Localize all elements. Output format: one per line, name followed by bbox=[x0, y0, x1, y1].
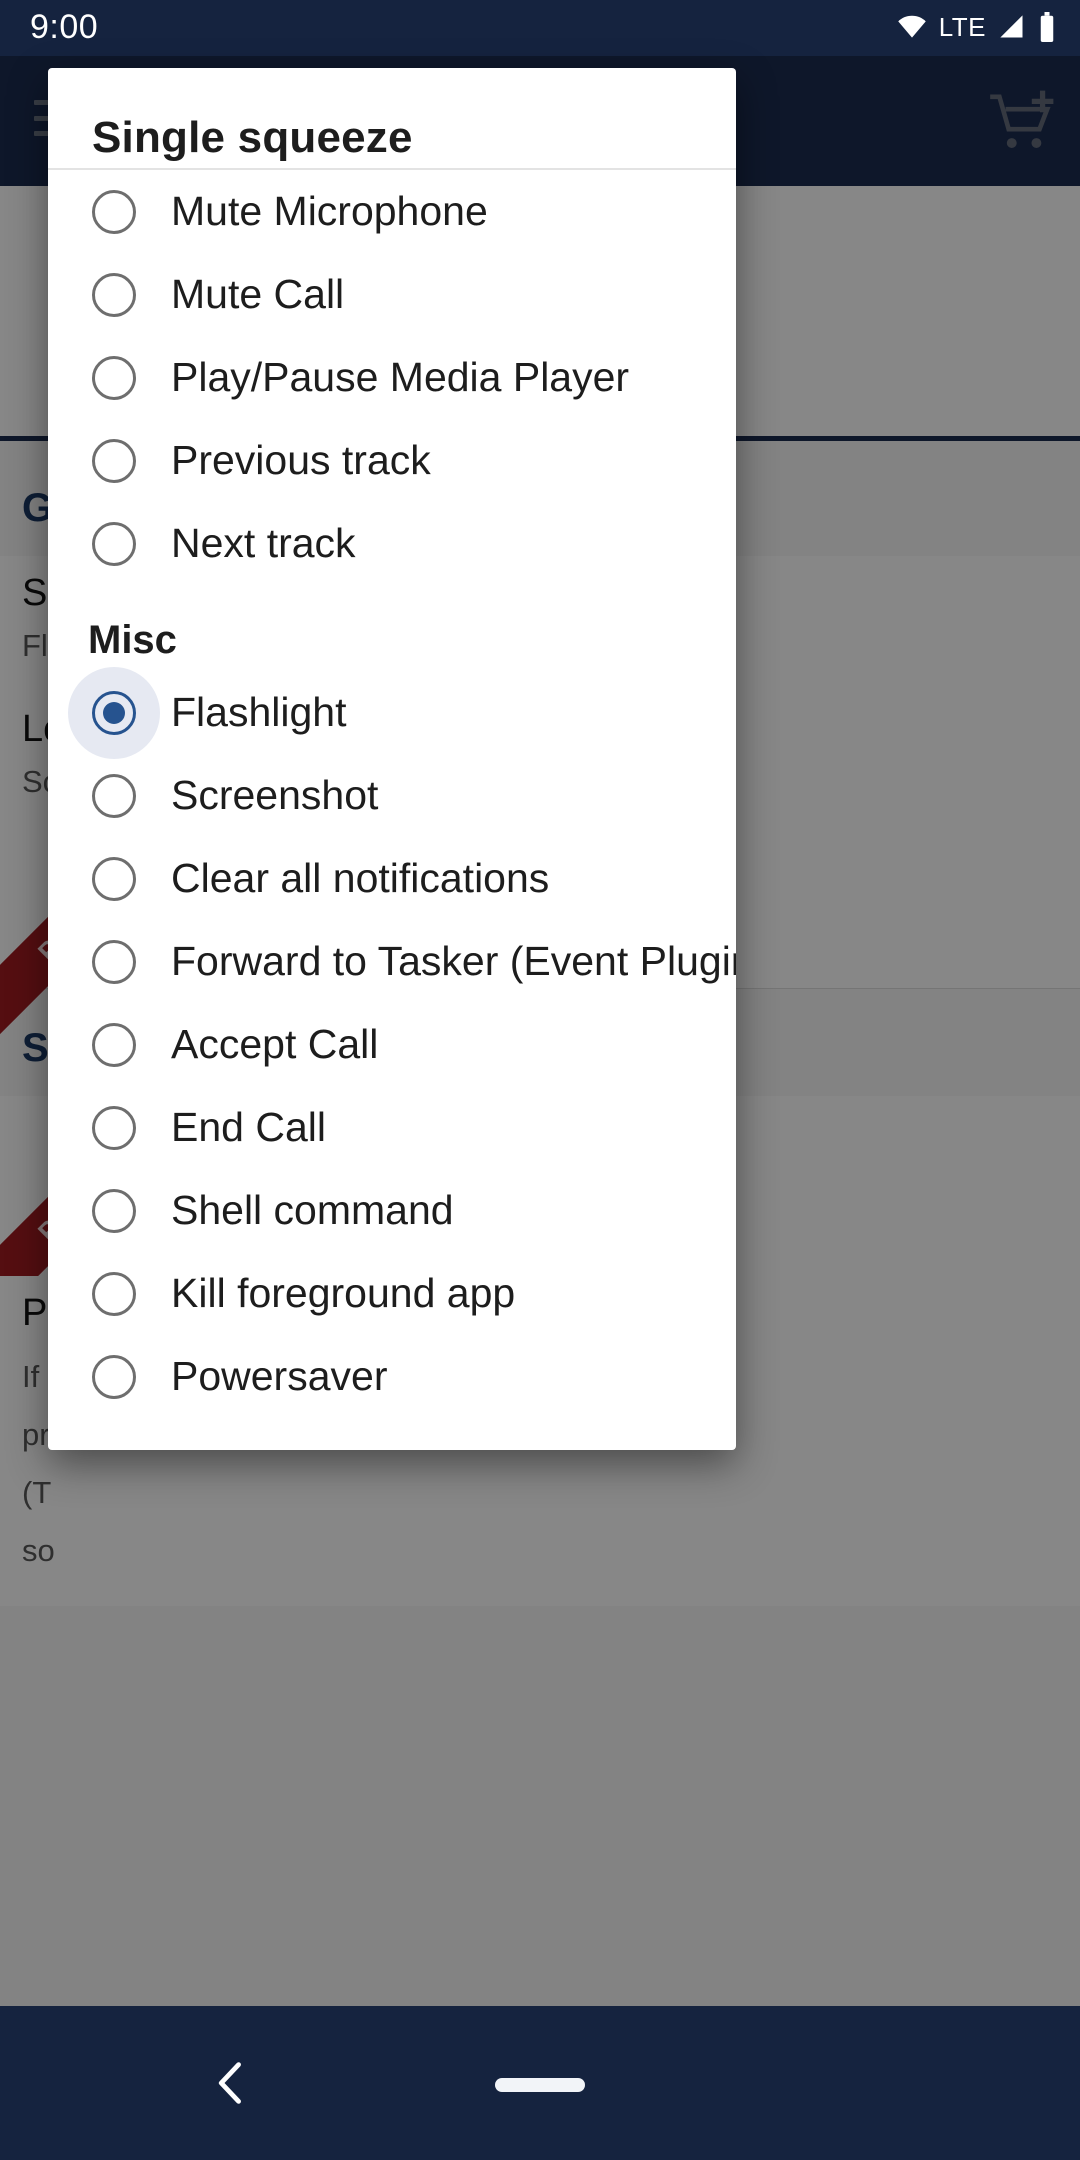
radio-button[interactable] bbox=[92, 1354, 136, 1399]
back-chevron-icon[interactable] bbox=[205, 2056, 257, 2110]
status-bar-clock: 9:00 bbox=[30, 8, 99, 46]
option-row[interactable]: Forward to Tasker (Event Plugin) bbox=[48, 920, 736, 1003]
single-squeeze-dialog: Single squeeze Mute Microphone Mute Call P… bbox=[48, 68, 736, 1450]
dialog-title: Single squeeze bbox=[92, 113, 413, 162]
option-label: Shell command bbox=[171, 1187, 454, 1233]
radio-button[interactable] bbox=[92, 355, 136, 400]
radio-button[interactable] bbox=[92, 438, 136, 483]
option-row[interactable]: Kill foreground app bbox=[48, 1252, 736, 1335]
option-label: Clear all notifications bbox=[171, 855, 550, 901]
option-row[interactable]: Mute Microphone bbox=[48, 170, 736, 253]
option-label: Mute Microphone bbox=[171, 188, 488, 234]
status-bar-icons: LTE bbox=[897, 10, 1056, 44]
option-row[interactable]: Shell command bbox=[48, 1169, 736, 1252]
option-row[interactable]: Screenshot bbox=[48, 754, 736, 837]
option-label: Previous track bbox=[171, 437, 431, 483]
option-label: Kill foreground app bbox=[171, 1270, 516, 1316]
option-row[interactable]: Play/Pause Media Player bbox=[48, 336, 736, 419]
option-label: Flashlight bbox=[171, 689, 347, 735]
wifi-icon bbox=[897, 15, 926, 38]
option-row[interactable]: Clear all notifications bbox=[48, 837, 736, 920]
radio-button[interactable] bbox=[92, 939, 136, 984]
option-label: Accept Call bbox=[171, 1021, 379, 1067]
radio-button[interactable] bbox=[92, 1271, 136, 1316]
option-row[interactable]: Flashlight bbox=[48, 666, 736, 759]
navigation-bar bbox=[0, 2006, 1080, 2160]
radio-button[interactable] bbox=[92, 189, 136, 234]
option-row[interactable]: End Call bbox=[48, 1086, 736, 1169]
radio-button[interactable] bbox=[92, 1022, 136, 1067]
option-label: Play/Pause Media Player bbox=[171, 354, 630, 400]
option-label: Mute Call bbox=[171, 271, 345, 317]
radio-button[interactable] bbox=[92, 856, 136, 901]
option-label: End Call bbox=[171, 1104, 326, 1150]
radio-button-selected[interactable] bbox=[92, 690, 136, 735]
radio-button[interactable] bbox=[92, 521, 136, 566]
option-label: Forward to Tasker (Event Plugin) bbox=[171, 938, 736, 984]
home-pill-icon[interactable] bbox=[495, 2078, 585, 2092]
network-type-label: LTE bbox=[938, 11, 986, 42]
radio-button[interactable] bbox=[92, 272, 136, 317]
option-row[interactable]: Accept Call bbox=[48, 1003, 736, 1086]
radio-button[interactable] bbox=[92, 1188, 136, 1233]
signal-icon bbox=[1000, 15, 1023, 38]
option-group-header: Misc bbox=[88, 618, 177, 662]
option-row[interactable]: Previous track bbox=[48, 419, 736, 502]
option-label: Powersaver bbox=[171, 1353, 388, 1399]
status-bar: 9:00 LTE bbox=[0, 0, 1080, 56]
radio-button[interactable] bbox=[92, 773, 136, 818]
option-label: Next track bbox=[171, 520, 356, 566]
option-row[interactable]: Mute Call bbox=[48, 253, 736, 336]
option-label: Screenshot bbox=[171, 772, 379, 818]
option-row[interactable]: Next track bbox=[48, 502, 736, 585]
option-row[interactable]: Powersaver bbox=[48, 1335, 736, 1418]
option-list[interactable]: Mute Microphone Mute Call Play/Pause Media… bbox=[48, 170, 736, 1450]
battery-icon bbox=[1040, 12, 1054, 42]
radio-button[interactable] bbox=[92, 1105, 136, 1150]
